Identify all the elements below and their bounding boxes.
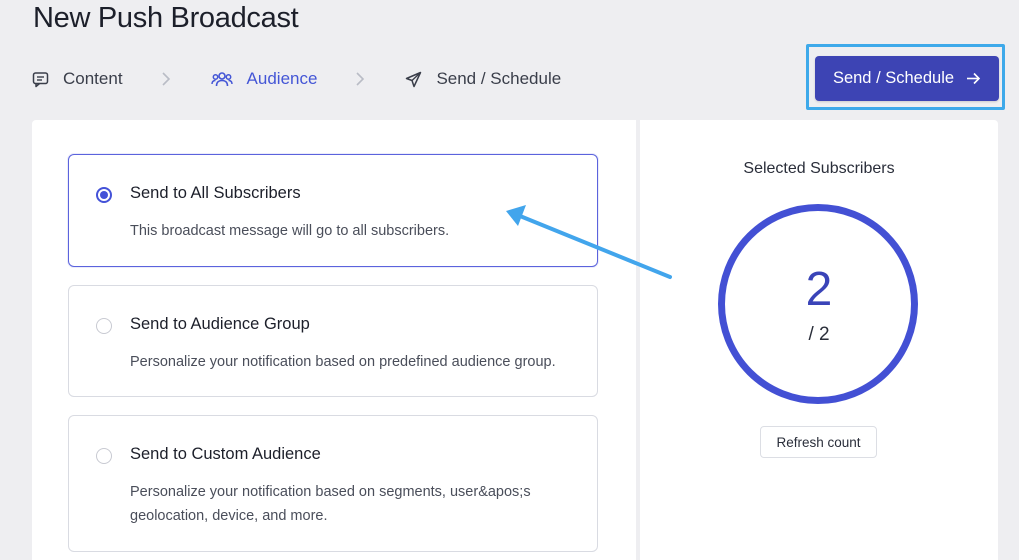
option-description: This broadcast message will go to all su… xyxy=(130,223,450,239)
step-content[interactable]: Content xyxy=(32,69,123,89)
option-title: Send to Audience Group xyxy=(130,315,310,333)
send-schedule-label: Send / Schedule xyxy=(832,69,955,87)
option-title: Send to Custom Audience xyxy=(130,445,321,463)
chevron-right-icon xyxy=(161,72,173,86)
send-icon xyxy=(406,71,422,87)
step-send-schedule[interactable]: Send / Schedule xyxy=(405,69,561,89)
chevron-right-icon xyxy=(355,72,367,86)
selected-subscribers-label: Selected Subscribers xyxy=(743,160,895,177)
option-custom-audience[interactable]: Send to Custom Audience Personalize your… xyxy=(68,415,598,552)
step-audience[interactable]: Audience xyxy=(210,69,318,89)
message-icon xyxy=(32,71,49,87)
step-breadcrumb: Content Audience Send / Schedule xyxy=(32,66,561,92)
selected-count: 2 xyxy=(805,263,833,316)
option-title: Send to All Subscribers xyxy=(130,184,301,202)
option-all-subscribers[interactable]: Send to All Subscribers This broadcast m… xyxy=(68,154,598,267)
subscriber-count-panel: Selected Subscribers 2 / 2 Refresh count xyxy=(640,120,998,560)
radio-all-subscribers[interactable] xyxy=(96,187,112,203)
page-title: New Push Broadcast xyxy=(33,2,299,34)
total-count: / 2 xyxy=(808,324,830,345)
option-description: Personalize your notification based on s… xyxy=(130,484,531,524)
option-audience-group[interactable]: Send to Audience Group Personalize your … xyxy=(68,285,598,397)
step-content-label: Content xyxy=(63,69,123,88)
radio-audience-group[interactable] xyxy=(96,318,112,334)
audience-options-panel: Send to All Subscribers This broadcast m… xyxy=(32,120,636,560)
send-schedule-button[interactable]: Send / Schedule xyxy=(815,56,999,101)
radio-custom-audience[interactable] xyxy=(96,448,112,464)
step-audience-label: Audience xyxy=(246,69,318,88)
users-icon xyxy=(210,71,233,86)
refresh-count-button[interactable]: Refresh count xyxy=(760,426,877,458)
step-send-schedule-label: Send / Schedule xyxy=(436,69,562,88)
arrow-right-icon xyxy=(967,72,981,85)
option-description: Personalize your notification based on p… xyxy=(130,354,556,370)
